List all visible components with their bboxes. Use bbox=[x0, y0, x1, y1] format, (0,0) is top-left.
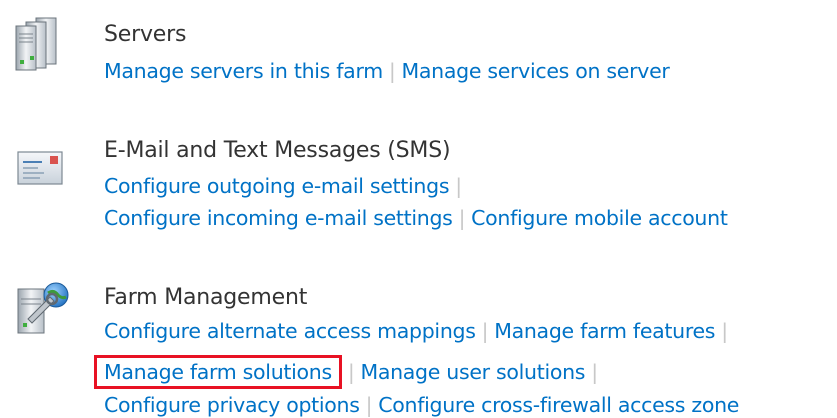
email-icon bbox=[14, 142, 72, 200]
highlight-box: Manage farm solutions bbox=[94, 355, 342, 389]
manage-services-link[interactable]: Manage services on server bbox=[402, 59, 670, 83]
separator: | bbox=[347, 360, 355, 384]
configure-incoming-email-link[interactable]: Configure incoming e-mail settings bbox=[104, 206, 453, 230]
links-line: Configure outgoing e-mail settings | bbox=[104, 171, 468, 201]
separator: | bbox=[481, 319, 489, 343]
links-line: Manage servers in this farm | Manage servi… bbox=[104, 56, 670, 86]
section-title: E-Mail and Text Messages (SMS) bbox=[104, 138, 451, 163]
section-title: Farm Management bbox=[104, 285, 308, 310]
configure-alternate-access-mappings-link[interactable]: Configure alternate access mappings bbox=[104, 319, 476, 343]
links-line: Configure incoming e-mail settings | Confi… bbox=[104, 203, 728, 233]
separator: | bbox=[388, 59, 396, 83]
manage-user-solutions-link[interactable]: Manage user solutions bbox=[360, 360, 585, 384]
farm-management-icon bbox=[14, 279, 72, 337]
separator: | bbox=[365, 393, 373, 417]
manage-farm-features-link[interactable]: Manage farm features bbox=[494, 319, 715, 343]
links-line: Configure privacy options | Configure cros… bbox=[104, 390, 739, 418]
links-line: Configure alternate access mappings | Mana… bbox=[104, 316, 734, 346]
separator: | bbox=[721, 319, 728, 343]
separator: | bbox=[458, 206, 466, 230]
servers-icon bbox=[14, 14, 72, 72]
separator: | bbox=[591, 360, 598, 384]
links-line: Manage farm solutions | Manage user soluti… bbox=[94, 355, 604, 389]
configure-privacy-options-link[interactable]: Configure privacy options bbox=[104, 393, 360, 417]
manage-farm-solutions-link[interactable]: Manage farm solutions bbox=[104, 360, 332, 384]
separator: | bbox=[455, 174, 462, 198]
manage-servers-link[interactable]: Manage servers in this farm bbox=[104, 59, 383, 83]
configure-cross-firewall-access-zone-link[interactable]: Configure cross-firewall access zone bbox=[378, 393, 739, 417]
central-admin-page: Servers Manage servers in this farm | Mana… bbox=[0, 0, 837, 418]
section-title: Servers bbox=[104, 22, 187, 47]
configure-mobile-account-link[interactable]: Configure mobile account bbox=[471, 206, 728, 230]
configure-outgoing-email-link[interactable]: Configure outgoing e-mail settings bbox=[104, 174, 450, 198]
